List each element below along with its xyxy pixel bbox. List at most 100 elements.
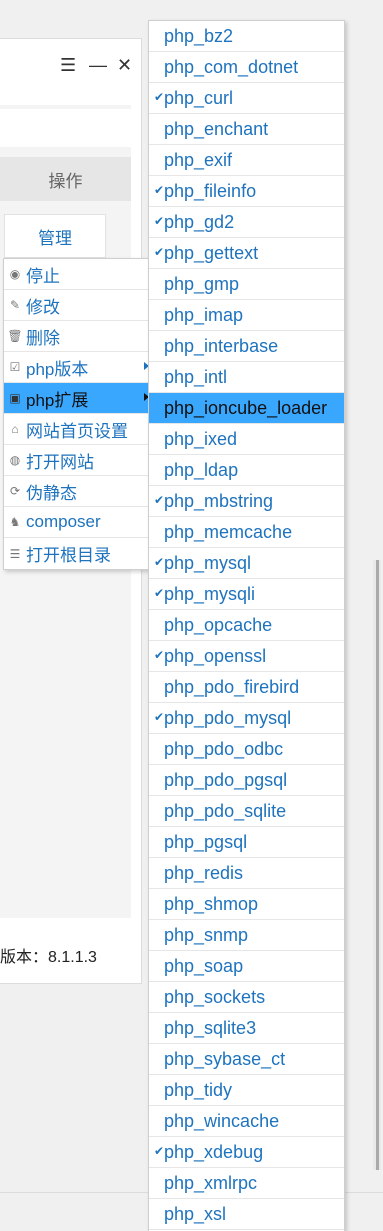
extension-item[interactable]: ✔ php_gd2 xyxy=(149,207,344,238)
menu-item-9[interactable]: ☰ 打开根目录 xyxy=(4,538,149,569)
menu-item-2[interactable]: 🗑 删除 xyxy=(4,321,149,352)
extension-label: php_xmlrpc xyxy=(164,1172,258,1193)
extension-label: php_gd2 xyxy=(164,211,235,232)
menu-item-0[interactable]: ◉ 停止 xyxy=(4,259,149,290)
edit-icon: ✎ xyxy=(9,298,21,312)
menu-item-7[interactable]: ⟳ 伪静态 xyxy=(4,476,149,507)
folder-list-icon: ☰ xyxy=(9,546,21,561)
scrollbar-thumb[interactable] xyxy=(376,560,379,1170)
extension-item[interactable]: php_snmp xyxy=(149,920,344,951)
extension-label: php_xsl xyxy=(164,1203,227,1224)
extension-item[interactable]: php_memcache xyxy=(149,517,344,548)
extension-item[interactable]: php_bz2 xyxy=(149,21,344,52)
menu-item-5[interactable]: ⌂ 网站首页设置 xyxy=(4,414,149,445)
extension-item[interactable]: ✔ php_mysql xyxy=(149,548,344,579)
extension-label: php_sybase_ct xyxy=(164,1048,286,1069)
extension-item[interactable]: php_pdo_firebird xyxy=(149,672,344,703)
extension-label: php_soap xyxy=(164,955,244,976)
extension-item[interactable]: php_opcache xyxy=(149,610,344,641)
manage-button[interactable]: 管理 xyxy=(4,214,106,258)
extension-label: php_com_dotnet xyxy=(164,56,299,77)
check-icon: ✔ xyxy=(154,245,165,259)
extension-item[interactable]: php_imap xyxy=(149,300,344,331)
menu-item-label: 停止 xyxy=(26,266,60,286)
minimize-icon[interactable]: — xyxy=(89,55,107,76)
menu-item-label: 网站首页设置 xyxy=(26,421,128,441)
extension-item[interactable]: php_sockets xyxy=(149,982,344,1013)
check-icon: ✔ xyxy=(154,1144,165,1158)
extension-item[interactable]: php_tidy xyxy=(149,1075,344,1106)
extension-item[interactable]: php_pdo_odbc xyxy=(149,734,344,765)
check-icon: ✔ xyxy=(154,214,165,228)
extension-item[interactable]: php_soap xyxy=(149,951,344,982)
menu-icon[interactable]: ☰ xyxy=(60,55,76,76)
menu-item-3[interactable]: ☑ php版本 xyxy=(4,352,149,383)
extension-item[interactable]: php_sybase_ct xyxy=(149,1044,344,1075)
menu-item-label: composer xyxy=(26,512,101,531)
extension-label: php_bz2 xyxy=(164,25,234,46)
extension-item[interactable]: ✔ php_curl xyxy=(149,83,344,114)
extension-label: php_snmp xyxy=(164,924,249,945)
extension-label: php_exif xyxy=(164,149,233,170)
extension-item[interactable]: php_intl xyxy=(149,362,344,393)
menu-item-6[interactable]: ◍ 打开网站 xyxy=(4,445,149,476)
home-icon: ⌂ xyxy=(11,422,19,436)
check-icon: ✔ xyxy=(154,493,165,507)
extension-label: php_intl xyxy=(164,366,228,387)
version-label: 版本：8.1.1.3 xyxy=(0,949,97,966)
extension-item[interactable]: php_xsl xyxy=(149,1199,344,1230)
menu-item-label: php扩展 xyxy=(26,390,89,410)
extension-label: php_sockets xyxy=(164,986,266,1007)
check-icon: ✔ xyxy=(154,183,165,197)
extension-label: php_gmp xyxy=(164,273,240,294)
extension-item[interactable]: php_redis xyxy=(149,858,344,889)
extension-item[interactable]: php_interbase xyxy=(149,331,344,362)
extension-item[interactable]: ✔ php_mysqli xyxy=(149,579,344,610)
php-extensions-submenu: php_bz2 php_com_dotnet ✔ php_curl php_enchan… xyxy=(148,20,345,1231)
search-input[interactable] xyxy=(0,109,131,147)
extension-item[interactable]: php_pdo_pgsql xyxy=(149,765,344,796)
extension-label: php_redis xyxy=(164,862,244,883)
extension-item[interactable]: php_ixed xyxy=(149,424,344,455)
extension-item[interactable]: php_sqlite3 xyxy=(149,1013,344,1044)
extension-item[interactable]: php_ldap xyxy=(149,455,344,486)
extension-label: php_tidy xyxy=(164,1079,233,1100)
stop-icon: ◉ xyxy=(9,267,21,281)
menu-item-4[interactable]: ▣ php扩展 xyxy=(4,383,149,414)
site-context-menu: ◉ 停止 ✎ 修改 🗑 删除 ☑ php版本 ▣ php扩展 ⌂ 网站首页设置 ◍ 打开网站 ⟳ 伪静态 ♞ co… xyxy=(3,258,150,570)
extension-label: php_pdo_mysql xyxy=(164,707,292,728)
extension-label: php_ldap xyxy=(164,459,239,480)
extension-item[interactable]: php_pgsql xyxy=(149,827,344,858)
extension-label: php_fileinfo xyxy=(164,180,257,201)
extension-label: php_imap xyxy=(164,304,244,325)
extension-label: php_mysql xyxy=(164,552,252,573)
extension-item[interactable]: php_shmop xyxy=(149,889,344,920)
extension-item[interactable]: ✔ php_gettext xyxy=(149,238,344,269)
menu-item-1[interactable]: ✎ 修改 xyxy=(4,290,149,321)
extension-item[interactable]: ✔ php_mbstring xyxy=(149,486,344,517)
extension-item[interactable]: php_gmp xyxy=(149,269,344,300)
extension-item[interactable]: ✔ php_openssl xyxy=(149,641,344,672)
check-icon: ✔ xyxy=(154,710,165,724)
extension-item[interactable]: php_pdo_sqlite xyxy=(149,796,344,827)
extension-label: php_gettext xyxy=(164,242,259,263)
extension-item[interactable]: ✔ php_xdebug xyxy=(149,1137,344,1168)
extension-label: php_curl xyxy=(164,87,234,108)
menu-item-label: 修改 xyxy=(26,297,60,317)
extension-item[interactable]: ✔ php_fileinfo xyxy=(149,176,344,207)
extension-item[interactable]: php_com_dotnet xyxy=(149,52,344,83)
extension-label: php_pdo_pgsql xyxy=(164,769,288,790)
extension-label: php_opcache xyxy=(164,614,273,635)
php-extension-icon: ▣ xyxy=(9,391,21,405)
extension-item[interactable]: php_exif xyxy=(149,145,344,176)
close-icon[interactable]: ✕ xyxy=(117,55,132,76)
menu-item-8[interactable]: ♞ composer xyxy=(4,507,149,538)
extension-item[interactable]: php_ioncube_loader xyxy=(149,393,344,424)
menu-item-label: php版本 xyxy=(26,359,89,379)
trash-icon: 🗑 xyxy=(7,329,23,343)
extension-item[interactable]: ✔ php_pdo_mysql xyxy=(149,703,344,734)
extension-item[interactable]: php_wincache xyxy=(149,1106,344,1137)
menu-item-label: 伪静态 xyxy=(26,483,77,503)
extension-item[interactable]: php_enchant xyxy=(149,114,344,145)
extension-item[interactable]: php_xmlrpc xyxy=(149,1168,344,1199)
